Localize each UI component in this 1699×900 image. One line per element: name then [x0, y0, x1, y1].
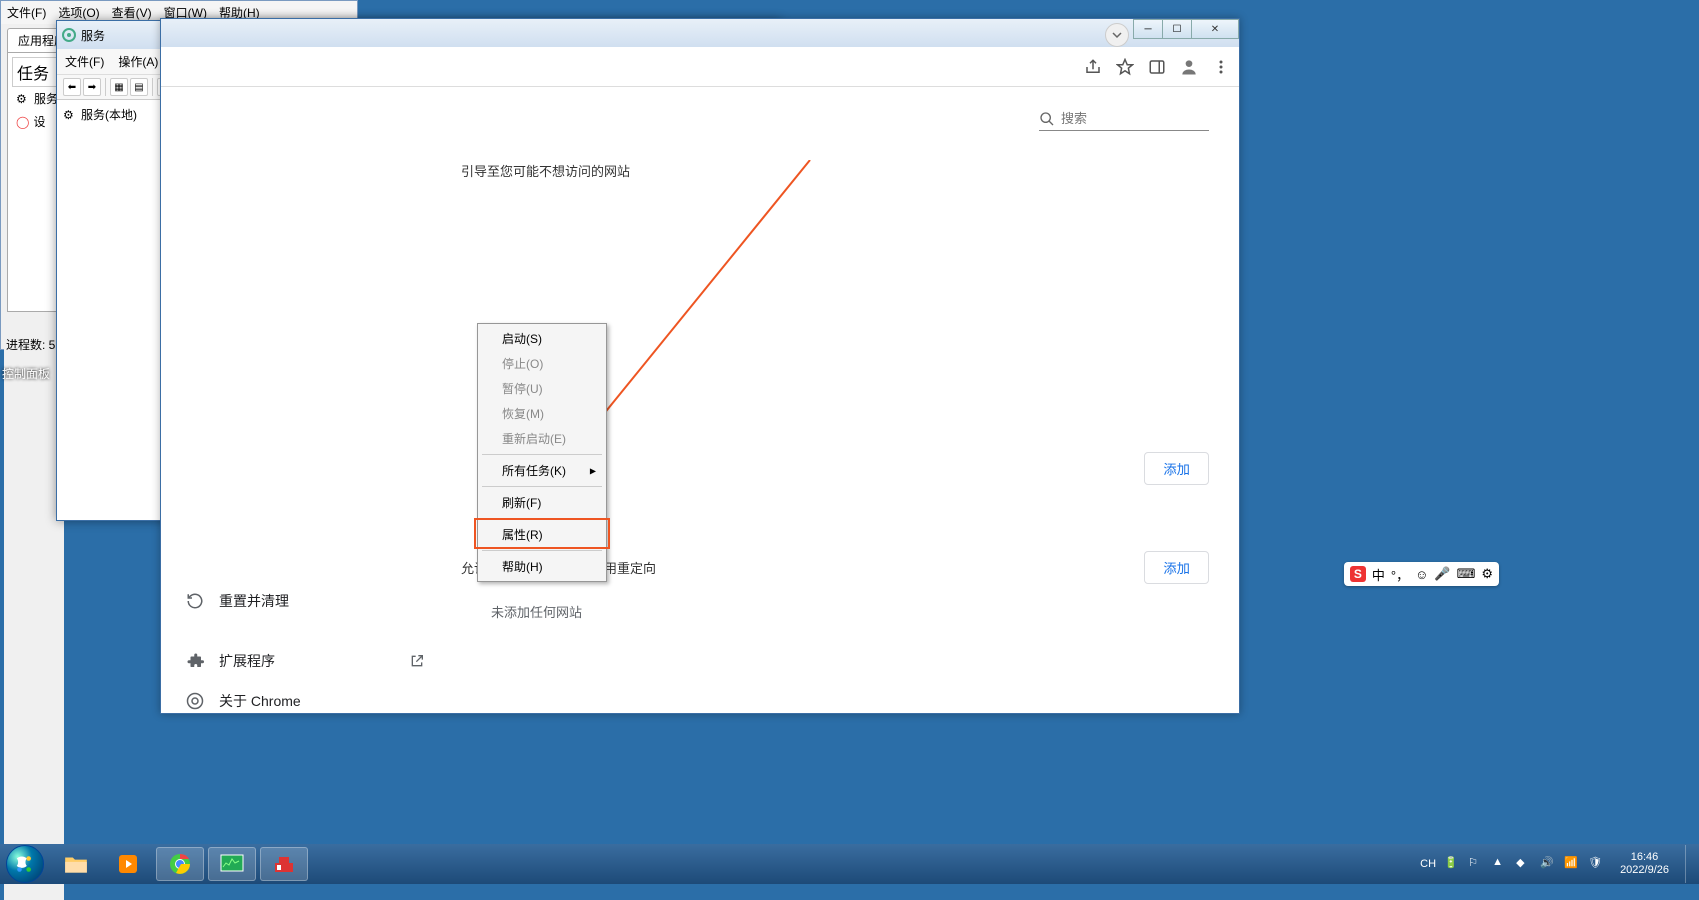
tray-app1-icon[interactable]: ◆ — [1516, 856, 1532, 872]
ctx-item[interactable]: 刷新(F) — [480, 490, 604, 515]
add-button-2[interactable]: 添加 — [1144, 551, 1209, 584]
share-icon[interactable] — [1083, 57, 1103, 77]
control-panel-label[interactable]: 控制面板 — [0, 365, 52, 382]
taskmgr-menu-view[interactable]: 查看(V) — [112, 4, 152, 21]
nav-ext-label: 扩展程序 — [219, 651, 275, 671]
taskmgr-menu-options[interactable]: 选项(O) — [58, 4, 99, 21]
menu-icon[interactable] — [1211, 57, 1231, 77]
services-title: 服务 — [81, 27, 105, 44]
ctx-item: 恢复(M) — [480, 401, 604, 426]
taskbar-explorer[interactable] — [52, 847, 100, 881]
chrome-toolbar — [161, 47, 1239, 87]
taskbar-media[interactable] — [104, 847, 152, 881]
open-new-icon — [407, 651, 427, 671]
nav-about-label: 关于 Chrome — [219, 691, 301, 711]
ctx-item[interactable]: 帮助(H) — [480, 554, 604, 579]
tray-shield-icon[interactable]: 🛡 — [1588, 856, 1604, 872]
tray-volume-icon[interactable]: 🔊 — [1540, 856, 1556, 872]
nav-reset-label: 重置并清理 — [219, 591, 289, 611]
add-button-1[interactable]: 添加 — [1144, 452, 1209, 485]
taskbar-taskmgr[interactable] — [208, 847, 256, 881]
ctx-item[interactable]: 属性(R) — [480, 522, 604, 547]
ctx-item: 重新启动(E) — [480, 426, 604, 451]
search-input[interactable] — [1039, 107, 1209, 131]
ctx-separator — [482, 486, 602, 487]
taskbar[interactable]: CH 🔋 ⚐ ▲ ◆ 🔊 📶 🛡 16:46 2022/9/26 — [0, 844, 1699, 884]
nav-extensions[interactable]: 扩展程序 — [161, 641, 451, 681]
context-menu[interactable]: 启动(S)停止(O)暂停(U)恢复(M)重新启动(E) 所有任务(K)▶ 刷新(F)… — [477, 323, 607, 582]
chrome-logo-icon — [185, 691, 205, 711]
side-panel-icon[interactable] — [1147, 57, 1167, 77]
chrome-window: ─ ☐ ✕ 重置并清理 扩展程序 关于 Chrome — [160, 18, 1240, 714]
chrome-hint-text: 引导至您可能不想访问的网站 — [461, 161, 1209, 180]
services-menu-action[interactable]: 操作(A) — [118, 53, 158, 70]
services-menu-file[interactable]: 文件(F) — [65, 53, 104, 70]
tray-battery-icon[interactable]: 🔋 — [1444, 856, 1460, 872]
tray-action-icon[interactable]: ⚐ — [1468, 856, 1484, 872]
taskbar-chrome[interactable] — [156, 847, 204, 881]
chrome-minimize-button[interactable]: ─ — [1133, 19, 1163, 39]
toolbar-back-icon[interactable]: ⬅ — [63, 78, 81, 96]
tray-ime[interactable]: CH — [1420, 858, 1436, 870]
extension-icon — [185, 651, 205, 671]
ime-lang[interactable]: 中 — [1372, 565, 1385, 584]
services-icon — [61, 27, 77, 43]
chrome-maximize-button[interactable]: ☐ — [1162, 19, 1192, 39]
toolbar-prop-icon[interactable]: ▤ — [130, 78, 148, 96]
chrome-sidebar: 重置并清理 扩展程序 关于 Chrome — [161, 87, 451, 713]
ime-punct-icon[interactable]: °， — [1391, 565, 1409, 584]
profile-icon[interactable] — [1179, 57, 1199, 77]
ime-keyboard-icon[interactable]: ⌨ — [1457, 566, 1476, 582]
ctx-item[interactable]: 启动(S) — [480, 326, 604, 351]
ctx-item[interactable]: 所有任务(K)▶ — [480, 458, 604, 483]
toolbar-showhide-icon[interactable]: ▦ — [110, 78, 128, 96]
ime-settings-icon[interactable]: ⚙ — [1481, 566, 1493, 582]
tray-network-icon[interactable]: 📶 — [1564, 856, 1580, 872]
system-tray[interactable]: CH 🔋 ⚐ ▲ ◆ 🔊 📶 🛡 16:46 2022/9/26 — [1414, 845, 1699, 883]
ctx-item: 暂停(U) — [480, 376, 604, 401]
services-tree[interactable]: ⚙ 服务(本地) — [57, 100, 169, 520]
chrome-close-button[interactable]: ✕ — [1191, 19, 1239, 39]
chrome-chevron-badge[interactable] — [1105, 23, 1129, 47]
services-tree-node: ⚙ 服务(本地) — [61, 104, 164, 125]
ime-mic-icon[interactable]: 🎤 — [1434, 566, 1450, 582]
start-button[interactable] — [6, 845, 44, 883]
ime-bar[interactable]: S 中 °， ☺ 🎤 ⌨ ⚙ — [1344, 562, 1499, 586]
ctx-item: 停止(O) — [480, 351, 604, 376]
taskmgr-menu-file[interactable]: 文件(F) — [7, 4, 46, 21]
chrome-titlebar[interactable]: ─ ☐ ✕ — [161, 19, 1239, 47]
toolbar-forward-icon[interactable]: ➡ — [83, 78, 101, 96]
taskbar-services[interactable] — [260, 847, 308, 881]
star-icon[interactable] — [1115, 57, 1135, 77]
ctx-separator — [482, 454, 602, 455]
ctx-separator — [482, 518, 602, 519]
nav-about[interactable]: 关于 Chrome — [161, 681, 451, 721]
reset-icon — [185, 591, 205, 611]
ime-emoji-icon[interactable]: ☺ — [1415, 567, 1428, 582]
ime-logo-icon: S — [1350, 566, 1366, 582]
tray-up-icon[interactable]: ▲ — [1492, 856, 1508, 872]
gear-icon: ⚙ — [63, 108, 77, 122]
empty-text: 未添加任何网站 — [461, 602, 1209, 621]
annotation-highlight — [474, 518, 610, 549]
ctx-separator — [482, 550, 602, 551]
nav-reset[interactable]: 重置并清理 — [161, 581, 451, 621]
show-desktop-button[interactable] — [1685, 845, 1693, 883]
tray-clock[interactable]: 16:46 2022/9/26 — [1612, 851, 1677, 877]
chevron-right-icon: ▶ — [590, 466, 596, 475]
